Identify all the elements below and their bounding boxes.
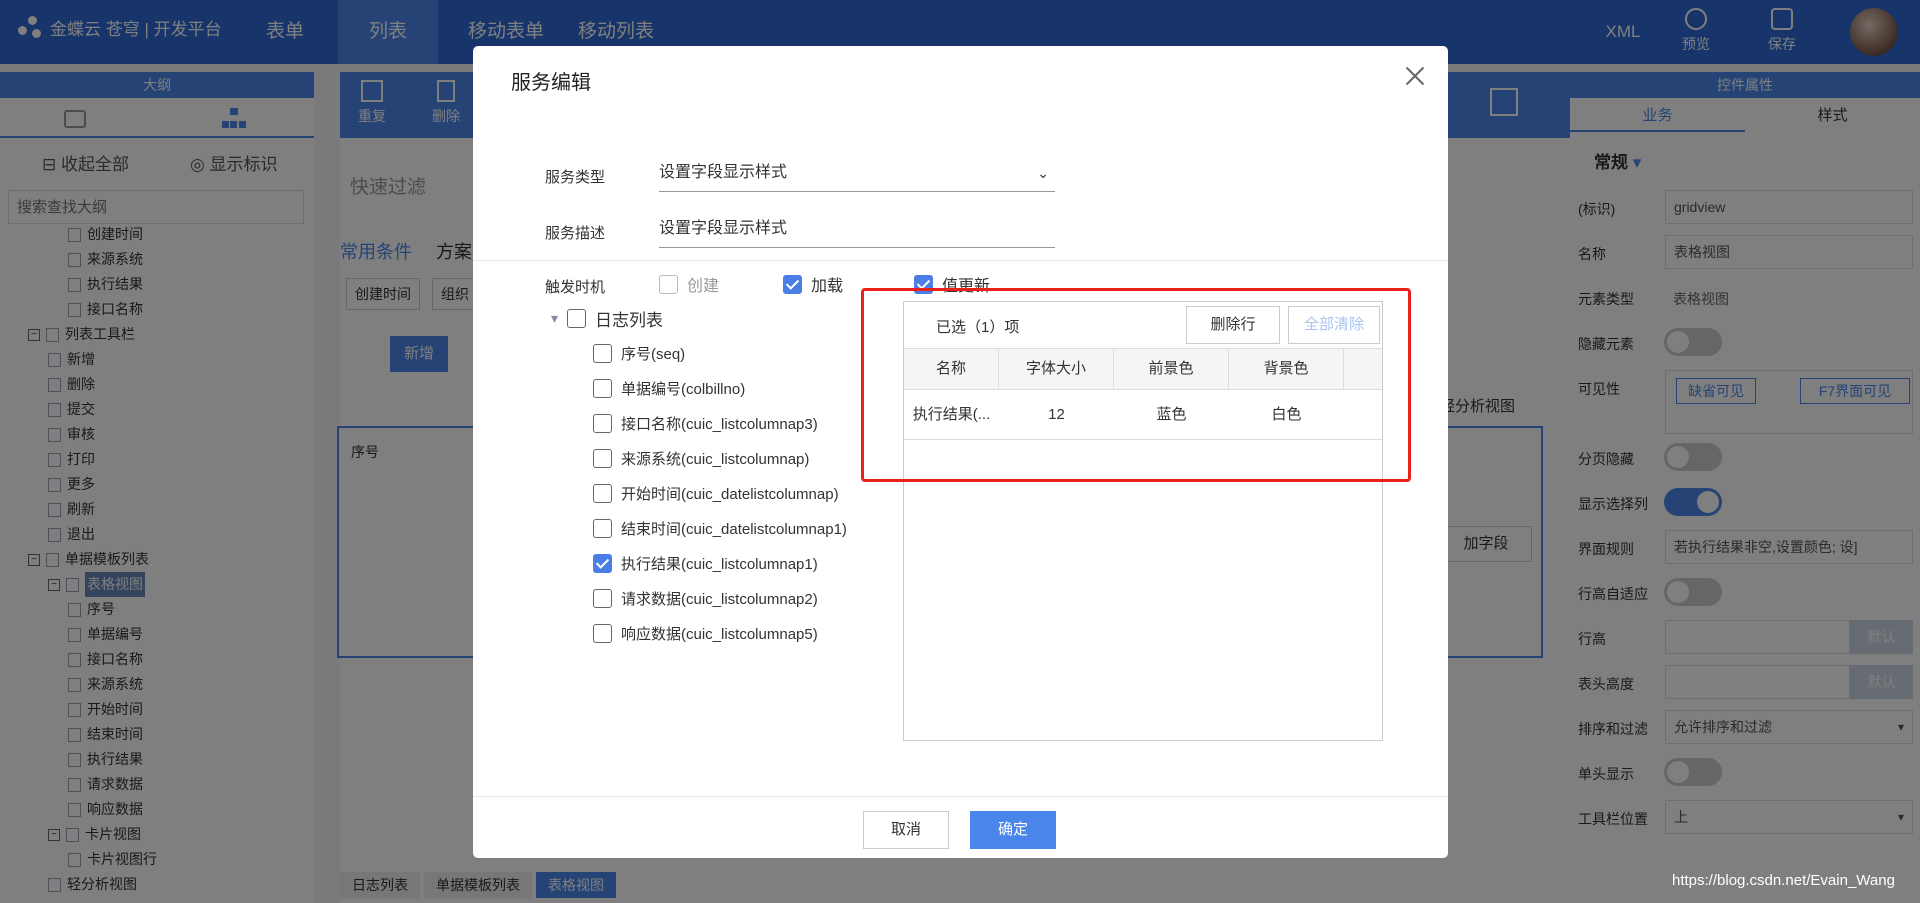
checkbox-icon[interactable]	[593, 344, 612, 363]
footer-divider	[473, 796, 1448, 797]
cancel-button[interactable]: 取消	[863, 811, 949, 849]
caret-down-icon[interactable]: ▾	[551, 310, 558, 327]
service-type-label: 服务类型	[545, 169, 606, 186]
checkbox-icon[interactable]	[593, 414, 612, 433]
field-tree-item[interactable]: 响应数据(cuic_listcolumnap5)	[551, 616, 847, 651]
checkbox-icon[interactable]	[593, 449, 612, 468]
chevron-down-icon: ⌄	[1037, 165, 1049, 181]
checkbox-icon[interactable]	[593, 589, 612, 608]
field-tree-item[interactable]: 接口名称(cuic_listcolumnap3)	[551, 406, 847, 441]
field-tree-item[interactable]: 执行结果(cuic_listcolumnap1)	[551, 546, 847, 581]
confirm-button[interactable]: 确定	[970, 811, 1056, 849]
field-tree-item[interactable]: 开始时间(cuic_datelistcolumnap)	[551, 476, 847, 511]
field-tree-item[interactable]: 序号(seq)	[551, 336, 847, 371]
field-tree-item[interactable]: 结束时间(cuic_datelistcolumnap1)	[551, 511, 847, 546]
checkbox-icon[interactable]	[593, 519, 612, 538]
field-tree: ▾ 日志列表 序号(seq) 单据编号(colbillno) 接口名称(cuic_lis…	[551, 301, 847, 651]
field-tree-root[interactable]: ▾ 日志列表	[551, 301, 847, 336]
watermark: https://blog.csdn.net/Evain_Wang	[1672, 872, 1895, 889]
highlight-box	[861, 288, 1411, 482]
checkbox-icon[interactable]	[567, 309, 587, 328]
service-desc-label: 服务描述	[545, 225, 606, 242]
close-icon[interactable]	[1403, 64, 1427, 88]
field-tree-item[interactable]: 来源系统(cuic_listcolumnap)	[551, 441, 847, 476]
checkbox-icon[interactable]	[593, 624, 612, 643]
divider	[473, 260, 1448, 261]
trigger-label: 触发时机	[545, 279, 606, 296]
service-desc-input[interactable]: 设置字段显示样式	[659, 214, 1055, 248]
trigger-checkbox[interactable]: 加载	[783, 272, 843, 296]
field-tree-item[interactable]: 单据编号(colbillno)	[551, 371, 847, 406]
checkbox-icon[interactable]	[593, 554, 612, 573]
checkbox-icon	[659, 274, 678, 294]
field-tree-item[interactable]: 请求数据(cuic_listcolumnap2)	[551, 581, 847, 616]
checkbox-icon	[783, 274, 802, 294]
checkbox-icon[interactable]	[593, 379, 612, 398]
service-edit-dialog: 服务编辑 服务类型 设置字段显示样式 ⌄ 服务描述 设置字段显示样式 触发时机 …	[473, 46, 1448, 858]
dialog-title: 服务编辑	[511, 72, 591, 94]
trigger-checkbox[interactable]: 创建	[659, 272, 719, 296]
checkbox-icon[interactable]	[593, 484, 612, 503]
service-type-select[interactable]: 设置字段显示样式 ⌄	[659, 158, 1055, 192]
